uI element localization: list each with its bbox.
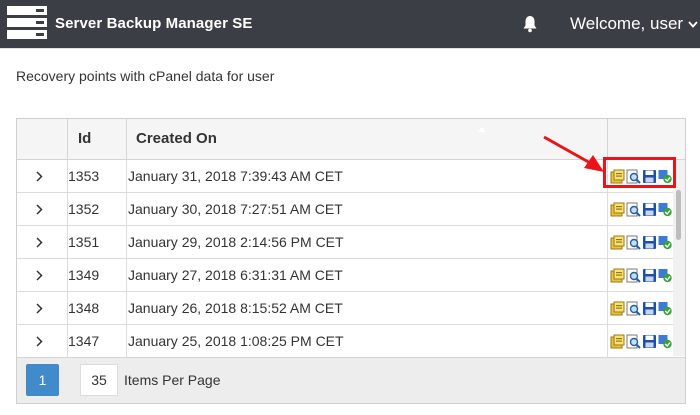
row-created-on: January 31, 2018 7:39:43 AM CET	[127, 160, 608, 192]
chevron-right-icon	[36, 236, 43, 248]
row-created-on: January 27, 2018 6:31:31 AM CET	[127, 259, 608, 291]
browse-files-icon[interactable]	[610, 334, 625, 349]
grid-rows: 1353 January 31, 2018 7:39:43 AM CET 135…	[17, 160, 685, 358]
annotation-highlight-box	[603, 157, 676, 188]
restore-icon[interactable]	[658, 301, 673, 316]
row-id: 1347	[68, 325, 127, 357]
row-created-on: January 26, 2018 8:15:52 AM CET	[127, 292, 608, 324]
header-actions-column	[608, 119, 685, 159]
save-icon[interactable]	[642, 334, 657, 349]
expand-row-button[interactable]	[17, 325, 68, 357]
row-id: 1349	[68, 259, 127, 291]
page-button-current[interactable]: 1	[26, 364, 59, 396]
table-row: 1349 January 27, 2018 6:31:31 AM CET	[17, 259, 685, 292]
scrollbar-thumb[interactable]	[676, 190, 681, 240]
browse-files-icon[interactable]	[610, 235, 625, 250]
chevron-right-icon	[36, 170, 43, 182]
browse-files-icon[interactable]	[610, 268, 625, 283]
notifications-bell-icon[interactable]	[522, 15, 538, 33]
restore-icon[interactable]	[658, 235, 673, 250]
grid-scrollbar[interactable]	[673, 160, 685, 356]
expand-row-button[interactable]	[17, 292, 68, 324]
restore-icon[interactable]	[658, 268, 673, 283]
grid-pager: 1 35 Items Per Page	[17, 357, 685, 403]
sort-indicator-icon	[478, 127, 486, 132]
expand-row-button[interactable]	[17, 193, 68, 225]
main-content: Recovery points with cPanel data for use…	[0, 48, 700, 415]
header-created-on-label: Created On	[136, 130, 217, 147]
row-id: 1348	[68, 292, 127, 324]
expand-row-button[interactable]	[17, 259, 68, 291]
welcome-text: Welcome, user	[570, 14, 684, 33]
expand-row-button[interactable]	[17, 226, 68, 258]
row-id: 1353	[68, 160, 127, 192]
search-icon[interactable]	[626, 235, 641, 250]
table-row: 1352 January 30, 2018 7:27:51 AM CET	[17, 193, 685, 226]
chevron-right-icon	[36, 302, 43, 314]
save-icon[interactable]	[642, 268, 657, 283]
page-title: Recovery points with cPanel data for use…	[16, 68, 275, 84]
server-logo-icon	[7, 6, 47, 39]
table-row: 1348 January 26, 2018 8:15:52 AM CET	[17, 292, 685, 325]
chevron-right-icon	[36, 269, 43, 281]
save-icon[interactable]	[642, 202, 657, 217]
expand-row-button[interactable]	[17, 160, 68, 192]
browse-files-icon[interactable]	[610, 202, 625, 217]
annotation-arrow-icon	[543, 135, 604, 172]
row-created-on: January 25, 2018 1:08:25 PM CET	[127, 325, 608, 357]
row-id: 1352	[68, 193, 127, 225]
search-icon[interactable]	[626, 268, 641, 283]
header-expand-column	[17, 119, 68, 159]
save-icon[interactable]	[642, 301, 657, 316]
restore-icon[interactable]	[658, 202, 673, 217]
chevron-right-icon	[36, 335, 43, 347]
items-per-page-label: Items Per Page	[124, 372, 221, 388]
table-row: 1351 January 29, 2018 2:14:56 PM CET	[17, 226, 685, 259]
header-id[interactable]: Id	[68, 119, 127, 159]
restore-icon[interactable]	[658, 334, 673, 349]
user-menu[interactable]: Welcome, user	[570, 14, 698, 34]
chevron-down-icon	[688, 20, 698, 28]
items-per-page-input[interactable]: 35	[80, 364, 118, 396]
row-created-on: January 29, 2018 2:14:56 PM CET	[127, 226, 608, 258]
row-created-on: January 30, 2018 7:27:51 AM CET	[127, 193, 608, 225]
save-icon[interactable]	[642, 235, 657, 250]
table-row: 1347 January 25, 2018 1:08:25 PM CET	[17, 325, 685, 358]
search-icon[interactable]	[626, 301, 641, 316]
search-icon[interactable]	[626, 334, 641, 349]
chevron-right-icon	[36, 203, 43, 215]
app-title[interactable]: Server Backup Manager SE	[55, 15, 253, 32]
browse-files-icon[interactable]	[610, 301, 625, 316]
header-created-on[interactable]: Created On	[127, 119, 608, 159]
row-id: 1351	[68, 226, 127, 258]
top-navbar: Server Backup Manager SE Welcome, user	[0, 0, 700, 48]
search-icon[interactable]	[626, 202, 641, 217]
